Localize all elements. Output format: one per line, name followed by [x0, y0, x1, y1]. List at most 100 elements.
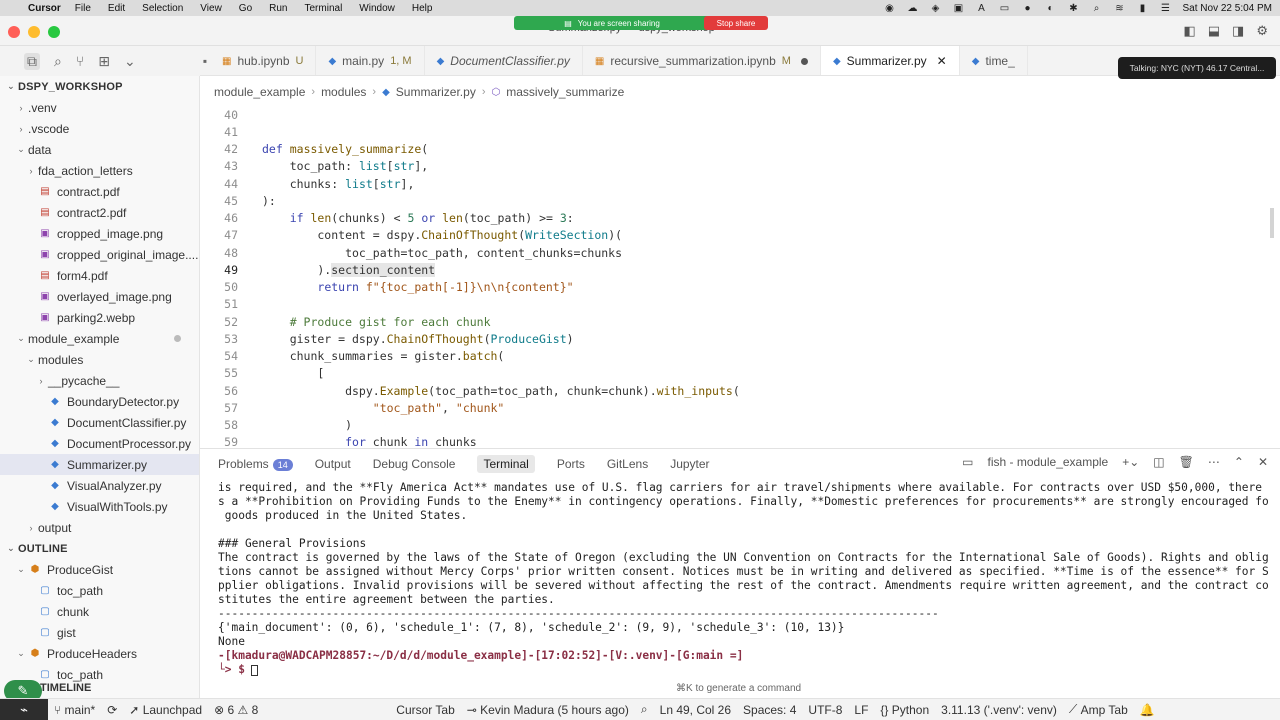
- outline-item[interactable]: ▢ chunk: [0, 601, 199, 622]
- tab-output[interactable]: Output: [315, 457, 351, 471]
- code-line[interactable]: 52 # Produce gist for each chunk: [200, 313, 1270, 330]
- toggle-panel-icon[interactable]: ⬓: [1208, 23, 1220, 39]
- outline-item[interactable]: ⌄ ⬢ ProduceHeaders: [0, 643, 199, 664]
- code-line[interactable]: 56 dspy.Example(toc_path=toc_path, chunk…: [200, 382, 1270, 399]
- editor-tab[interactable]: ◆ time_: [960, 46, 1028, 75]
- breadcrumb-item[interactable]: module_example: [214, 85, 305, 99]
- menu-edit[interactable]: Edit: [108, 3, 125, 14]
- close-panel-icon[interactable]: ✕: [1258, 455, 1268, 469]
- timeline-label[interactable]: TIMELINE: [40, 682, 91, 694]
- more-icon[interactable]: ⋯: [1208, 455, 1220, 469]
- code-line[interactable]: 57 "toc_path", "chunk": [200, 399, 1270, 416]
- folder-item[interactable]: › .venv: [0, 97, 199, 118]
- editor-tab[interactable]: ▦ hub.ipynb U: [210, 46, 317, 75]
- menu-terminal[interactable]: Terminal: [305, 3, 343, 14]
- folder-item[interactable]: › .vscode: [0, 118, 199, 139]
- folder-item[interactable]: ⌄ data: [0, 139, 199, 160]
- outline-section[interactable]: ⌄ OUTLINE: [0, 538, 199, 559]
- file-item[interactable]: ▣ cropped_image.png: [0, 223, 199, 244]
- git-blame[interactable]: ⊸ Kevin Madura (5 hours ago): [461, 699, 635, 720]
- cursor-position[interactable]: Ln 49, Col 26: [654, 699, 737, 720]
- code-line[interactable]: 40: [200, 106, 1270, 123]
- problems-status[interactable]: ⊗ 6 ⚠ 8: [208, 699, 264, 720]
- terminal-output[interactable]: is required, and the **Fly America Act**…: [218, 481, 1268, 695]
- remote-icon[interactable]: ⌁: [0, 698, 48, 720]
- file-item[interactable]: ◆ DocumentClassifier.py: [0, 412, 199, 433]
- tab-ports[interactable]: Ports: [557, 457, 585, 471]
- search-icon[interactable]: ⌕: [1091, 3, 1103, 14]
- editor-scrollbar[interactable]: [1270, 208, 1274, 238]
- new-terminal-icon[interactable]: +⌄: [1122, 455, 1139, 469]
- source-control-icon[interactable]: ⑂: [76, 53, 84, 69]
- cursor-tab-status[interactable]: Cursor Tab: [390, 699, 460, 720]
- menu-run[interactable]: Run: [269, 3, 287, 14]
- breadcrumb-item[interactable]: Summarizer.py: [396, 85, 476, 99]
- folder-item[interactable]: ⌄ module_example: [0, 328, 199, 349]
- menu-selection[interactable]: Selection: [142, 3, 183, 14]
- folder-item[interactable]: ⌄ modules: [0, 349, 199, 370]
- editor-tab[interactable]: ▦ recursive_summarization.ipynb M: [583, 46, 821, 75]
- extensions-icon[interactable]: ⊞: [98, 53, 110, 70]
- close-tab-icon[interactable]: ✕: [937, 54, 947, 68]
- tab-jupyter[interactable]: Jupyter: [670, 457, 709, 471]
- code-line[interactable]: 58 ): [200, 417, 1270, 434]
- code-line[interactable]: 44 chunks: list[str],: [200, 175, 1270, 192]
- moon-icon[interactable]: ◐: [1045, 3, 1057, 14]
- tab-gitlens[interactable]: GitLens: [607, 457, 648, 471]
- cloud-icon[interactable]: ☁: [907, 3, 919, 14]
- end-of-line[interactable]: LF: [848, 699, 874, 720]
- trash-icon[interactable]: 🗑: [1179, 455, 1194, 469]
- file-item[interactable]: ◆ BoundaryDetector.py: [0, 391, 199, 412]
- git-branch[interactable]: ⑂ main*: [48, 699, 101, 720]
- file-item[interactable]: ▣ overlayed_image.png: [0, 286, 199, 307]
- toggle-secondary-sidebar-icon[interactable]: ◨: [1232, 23, 1244, 39]
- folder-item[interactable]: › output: [0, 517, 199, 538]
- file-item[interactable]: ▤ contract2.pdf: [0, 202, 199, 223]
- screen-icon[interactable]: ▭: [999, 3, 1011, 14]
- shield-icon[interactable]: ◈: [930, 3, 942, 14]
- file-item[interactable]: ▤ form4.pdf: [0, 265, 199, 286]
- editor-tab[interactable]: ◆ main.py 1, M: [316, 46, 425, 75]
- menu-window[interactable]: Window: [359, 3, 395, 14]
- menu-go[interactable]: Go: [239, 3, 252, 14]
- language-mode[interactable]: {} Python: [874, 699, 935, 720]
- menubar-clock[interactable]: Sat Nov 22 5:04 PM: [1183, 3, 1273, 14]
- code-line[interactable]: 41: [200, 123, 1270, 140]
- app-menu[interactable]: Cursor: [28, 3, 61, 14]
- folder-item[interactable]: › fda_action_letters: [0, 160, 199, 181]
- split-terminal-icon[interactable]: ◫: [1153, 455, 1164, 469]
- file-item[interactable]: ▤ contract.pdf: [0, 181, 199, 202]
- toggle-sidebar-icon[interactable]: ◧: [1183, 23, 1195, 39]
- record-icon[interactable]: ●: [1022, 3, 1034, 14]
- screen-sharing-indicator[interactable]: ▤ You are screen sharing: [514, 16, 710, 30]
- bluetooth-icon[interactable]: ✱: [1068, 3, 1080, 14]
- menu-file[interactable]: File: [75, 3, 91, 14]
- tab-problems[interactable]: Problems 14: [218, 457, 293, 471]
- tab-terminal[interactable]: Terminal: [477, 455, 535, 473]
- file-item[interactable]: ◆ DocumentProcessor.py: [0, 433, 199, 454]
- control-center-icon[interactable]: ☰: [1160, 3, 1172, 14]
- code-editor[interactable]: 40 41 42 def massively_summarize(43 toc_pat…: [200, 106, 1280, 449]
- folder-item[interactable]: › __pycache__: [0, 370, 199, 391]
- file-item[interactable]: ▣ cropped_original_image....: [0, 244, 199, 265]
- zoom-window-button[interactable]: [48, 26, 60, 38]
- code-line[interactable]: 49 ).section_content: [200, 261, 1270, 278]
- file-item[interactable]: ◆ Summarizer.py: [0, 454, 199, 475]
- file-item[interactable]: ◆ VisualAnalyzer.py: [0, 475, 199, 496]
- indentation[interactable]: Spaces: 4: [737, 699, 802, 720]
- file-item[interactable]: ◆ VisualWithTools.py: [0, 496, 199, 517]
- outline-item[interactable]: ⌄ ⬢ ProduceGist: [0, 559, 199, 580]
- file-item[interactable]: ▣ parking2.webp: [0, 307, 199, 328]
- code-line[interactable]: 42 def massively_summarize(: [200, 141, 1270, 158]
- code-line[interactable]: 47 content = dspy.ChainOfThought(WriteSe…: [200, 227, 1270, 244]
- battery-icon[interactable]: ▮: [1137, 3, 1149, 14]
- menu-view[interactable]: View: [200, 3, 222, 14]
- encoding[interactable]: UTF-8: [802, 699, 848, 720]
- amp-tab-status[interactable]: ⟋ Amp Tab: [1063, 699, 1134, 720]
- python-interpreter[interactable]: 3.11.13 ('.venv': venv): [935, 699, 1063, 720]
- settings-icon[interactable]: ⚙: [1256, 23, 1268, 39]
- terminal-input-line[interactable]: └> $: [218, 663, 1268, 677]
- code-line[interactable]: 53 gister = dspy.ChainOfThought(ProduceG…: [200, 330, 1270, 347]
- chevron-down-icon[interactable]: ⌄: [124, 53, 136, 70]
- code-line[interactable]: 45):: [200, 192, 1270, 209]
